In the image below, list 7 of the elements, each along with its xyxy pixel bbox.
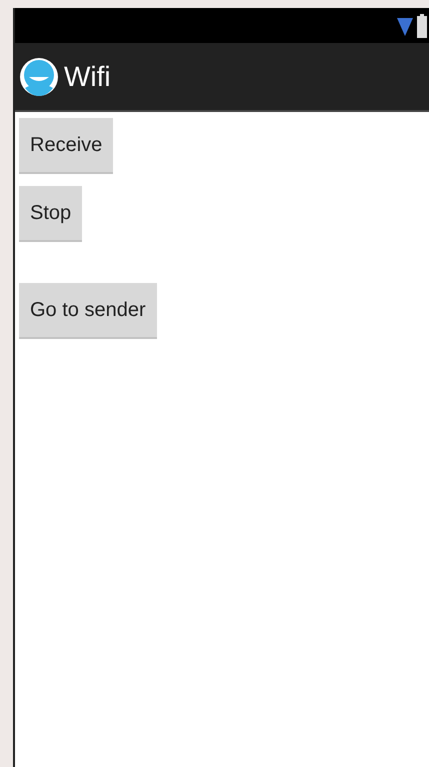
- action-button[interactable]: Receive: [19, 118, 114, 174]
- wifi-signal-icon: [397, 16, 413, 36]
- app-logo-icon: [20, 58, 58, 96]
- battery-icon: [417, 14, 427, 38]
- action-button[interactable]: Go to sender: [19, 283, 157, 339]
- action-button[interactable]: Stop: [19, 186, 82, 242]
- app-title: Wifi: [64, 60, 111, 92]
